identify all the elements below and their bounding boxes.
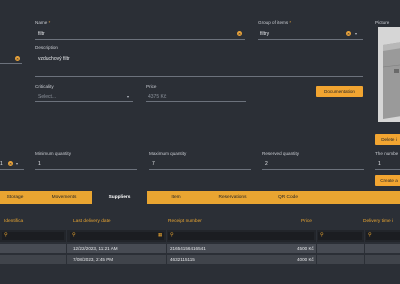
group-underline	[258, 39, 363, 40]
metal-box-image	[378, 27, 400, 122]
documentation-button[interactable]: Documentation	[316, 86, 363, 97]
filter-receipt-number[interactable]: ⚲	[168, 232, 314, 240]
table-header: Identifica Last delivery date Receipt nu…	[0, 216, 400, 229]
table-row[interactable]: 12/22/2023, 11:21 AM 21654156416541 4500…	[0, 244, 400, 253]
column-separator	[66, 230, 67, 266]
criticality-select[interactable]: Select...	[38, 94, 56, 100]
min-quantity-label: Minimum quantity	[35, 151, 71, 156]
column-header-delivery-time[interactable]: Delivery time i	[363, 219, 393, 224]
price-input[interactable]: 4375 Kč	[148, 94, 166, 100]
search-icon: ⚲	[4, 232, 8, 238]
filter-last-delivery-date[interactable]: ⚲ ▦	[70, 232, 164, 240]
cell-price: 4000 Kč	[297, 257, 314, 262]
search-icon: ⚲	[320, 232, 324, 238]
group-select[interactable]: filtry	[260, 31, 269, 37]
name-input[interactable]: filtr	[38, 31, 45, 37]
the-number-underline	[375, 169, 400, 170]
column-header-last-delivery-date[interactable]: Last delivery date	[73, 219, 111, 224]
cell-receipt-number: 4632115115	[170, 257, 195, 262]
delete-image-button[interactable]: Delete i	[375, 134, 400, 145]
picture-label: Picture	[375, 20, 390, 25]
description-underline	[35, 76, 363, 77]
calendar-icon[interactable]: ▦	[158, 232, 162, 238]
search-icon: ⚲	[170, 232, 174, 238]
create-button[interactable]: Create a	[375, 175, 400, 186]
partial-field-underline	[0, 63, 22, 64]
tab-bar: Storage Movements Suppliers Item Reserva…	[0, 191, 400, 204]
tab-storage[interactable]: Storage	[0, 191, 30, 204]
search-icon: ⚲	[368, 232, 372, 238]
criticality-chevron-down-icon[interactable]: ▾	[127, 94, 129, 99]
column-header-identification[interactable]: Identifica	[4, 219, 23, 224]
criticality-underline	[35, 101, 133, 102]
reserved-quantity-underline	[262, 169, 364, 170]
criticality-label: Criticality	[35, 84, 54, 89]
name-clear-icon[interactable]: ×	[237, 31, 242, 36]
table-row[interactable]: 7/08/2023, 2:45 PM 4632115115 4000 Kč	[0, 255, 400, 264]
group-clear-icon[interactable]: ×	[346, 31, 351, 36]
cell-last-delivery-date: 12/22/2023, 11:21 AM	[73, 246, 118, 251]
clear-icon[interactable]: ×	[15, 56, 20, 61]
price-label: Price	[146, 84, 157, 89]
cell-receipt-number: 21654156416541	[170, 246, 206, 251]
cell-last-delivery-date: 7/08/2023, 2:45 PM	[73, 257, 114, 262]
tab-item[interactable]: Item	[150, 191, 202, 204]
the-number-label: The numbe	[375, 151, 399, 156]
partial-clear-icon[interactable]: ×	[8, 161, 13, 166]
filter-delivery-time[interactable]: ⚲	[366, 232, 400, 240]
description-label: Description	[35, 45, 58, 50]
filter-identification[interactable]: ⚲	[2, 232, 64, 240]
tab-suppliers[interactable]: Suppliers	[92, 191, 147, 204]
reserved-quantity-input[interactable]: 2	[265, 161, 268, 167]
search-icon: ⚲	[72, 232, 76, 238]
description-textarea[interactable]: vzduchový filtr	[38, 56, 70, 62]
max-quantity-label: Maximum quantity	[149, 151, 187, 156]
max-quantity-input[interactable]: 7	[152, 161, 155, 167]
cell-price: 4500 Kč	[297, 246, 314, 251]
item-picture	[378, 27, 400, 122]
column-separator	[364, 230, 365, 266]
min-quantity-input[interactable]: 1	[38, 161, 41, 167]
column-header-price[interactable]: Price	[301, 219, 312, 224]
partial-chevron-down-icon[interactable]: ▾	[16, 161, 18, 166]
min-quantity-underline	[35, 169, 137, 170]
price-underline	[146, 101, 246, 102]
tab-movements[interactable]: Movements	[40, 191, 88, 204]
partial-quantity-underline	[0, 169, 24, 170]
name-underline	[35, 39, 245, 40]
filter-row: ⚲ ⚲ ▦ ⚲ ⚲ ⚲	[0, 230, 400, 242]
partial-quantity-value[interactable]: 1	[0, 161, 3, 167]
column-separator	[166, 230, 167, 266]
the-number-input[interactable]: 1	[378, 161, 381, 167]
max-quantity-underline	[149, 169, 251, 170]
filter-price[interactable]: ⚲	[318, 232, 362, 240]
tab-reservations[interactable]: Reservations	[205, 191, 260, 204]
group-chevron-down-icon[interactable]: ▾	[355, 31, 357, 36]
group-label: Group of items *	[258, 20, 292, 25]
column-header-receipt-number[interactable]: Receipt number	[168, 219, 202, 224]
column-separator	[316, 230, 317, 266]
reserved-quantity-label: Reserved quantity	[262, 151, 300, 156]
tab-qr-code[interactable]: QR Code	[262, 191, 314, 204]
name-label: Name *	[35, 20, 51, 25]
